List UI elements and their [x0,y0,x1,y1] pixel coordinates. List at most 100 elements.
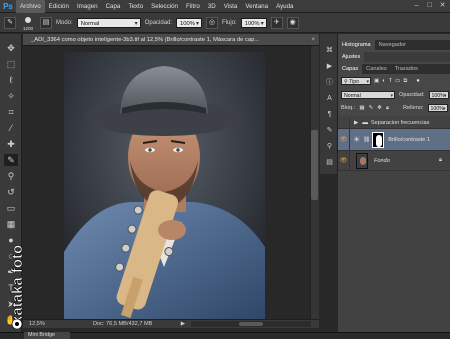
quick-select-tool-icon[interactable]: ✧ [4,90,18,102]
menu-capa[interactable]: Capa [102,0,125,13]
filter-pixel-icon[interactable]: ▣ [374,78,379,84]
lock-icon: 🔒︎ [439,157,442,163]
disclosure-arrow-icon[interactable]: ▶ [350,120,362,126]
layer-visibility-toggle[interactable] [338,118,350,128]
clone-source-icon[interactable]: ⚲ [324,142,335,152]
mini-bridge-tab[interactable]: Mini Bridge [24,332,70,339]
tab-capas[interactable]: Capas [338,64,363,74]
filter-shape-icon[interactable]: ▭ [395,78,400,84]
move-tool-icon[interactable]: ✥ [4,42,18,54]
brush-size-value: 1200 [22,25,34,31]
menu-filtro[interactable]: Filtro [182,0,204,13]
menu-vista[interactable]: Vista [220,0,242,13]
tool-presets-icon[interactable]: ▤ [324,158,335,168]
info-panel-icon[interactable]: ⓘ [324,78,335,88]
lock-fill-row: Bloq.: ▦ ✎ ✥ 🔒︎ Relleno: 100% [338,102,450,114]
layer-filter-select[interactable]: ⚲ Tipo [341,77,371,86]
brush-presets-icon[interactable]: ✎ [324,126,335,136]
layer-visibility-toggle[interactable]: 👁︎ [338,151,350,170]
menu-edicion[interactable]: Edición [45,0,73,13]
menu-ayuda[interactable]: Ayuda [272,0,297,13]
lock-pixels-icon[interactable]: ✎ [369,105,374,111]
vertical-scroll-thumb[interactable] [311,130,318,200]
close-button[interactable]: ✕ [437,1,448,11]
tab-histograma[interactable]: Histograma [338,40,375,50]
document-image[interactable] [64,52,265,319]
filter-type-icon[interactable]: T [389,78,392,84]
menu-seleccion[interactable]: Selección [147,0,182,13]
pressure-size-icon[interactable]: ◉ [286,16,299,29]
marquee-tool-icon[interactable]: ⬚ [4,58,18,70]
brush-panel-icon[interactable]: ▤ [40,16,52,29]
layer-brillo-contraste[interactable]: 👁︎ ☀ ⛓ Brillo/contraste 1 [338,129,450,151]
layer-filter-value: Tipo [349,79,360,85]
zoom-level[interactable]: 12,5% [23,321,63,327]
menu-ventana[interactable]: Ventana [241,0,272,13]
lock-all-icon[interactable]: 🔒︎ [386,105,389,112]
document-size[interactable]: Doc: 76,5 MB/432,7 MB [63,321,181,327]
layer-visibility-toggle[interactable]: 👁︎ [338,129,350,150]
portrait-photo [64,52,265,319]
brush-tool-icon[interactable]: ✎ [4,154,18,166]
layer-name: Separacion frecuencias [370,120,430,126]
character-panel-icon[interactable]: A [324,94,335,104]
filter-adjust-icon[interactable]: ◐ [382,78,385,84]
adjustments-tab-row: Ajustes [338,52,450,62]
opacity-input[interactable]: 100% [176,17,203,29]
menu-texto[interactable]: Texto [124,0,147,13]
layer-fill-input[interactable]: 100% [427,104,448,113]
lock-position-icon[interactable]: ✥ [377,105,382,111]
history-panel-icon[interactable]: ⌘ [324,46,335,56]
tab-canales[interactable]: Canales [362,64,391,74]
tab-trazados[interactable]: Trazados [391,64,422,74]
blend-opacity-row: Normal Opacidad: 100% [338,89,450,101]
horizontal-scroll-thumb[interactable] [239,322,263,326]
healing-brush-tool-icon[interactable]: ✚ [4,138,18,150]
tab-ajustes[interactable]: Ajustes [338,52,365,62]
layer-mask-thumbnail[interactable] [372,131,385,148]
document-tab[interactable]: _ADI_3364 como objeto inteligente-3b3.ti… [23,34,319,46]
brush-tip-icon [25,16,31,23]
layer-thumbnail [356,152,368,169]
status-bar: 12,5% Doc: 76,5 MB/432,7 MB ▶ [23,319,319,328]
tab-navegador[interactable]: Navegador [375,40,410,50]
histogram-navigator-tabs: Histograma Navegador [338,40,450,50]
options-bar: ✎ 1200 ▤ Modo: Normal Opacidad: 100% ◎ F… [0,13,450,33]
filter-smart-icon[interactable]: ⧉ [403,78,407,85]
minimize-button[interactable]: – [411,1,422,11]
menu-3d[interactable]: 3D [204,0,220,13]
blend-mode-select[interactable]: Normal [341,91,395,100]
layers-tabs: Capas Canales Trazados [338,64,450,74]
flow-label: Flujo: [222,19,237,26]
layer-opacity-input[interactable]: 100% [428,91,449,100]
layer-group-separacion[interactable]: ▶ ▬ Separacion frecuencias [338,118,450,129]
collapsed-panels-strip: ⌘ ▶ ⓘ A ¶ ✎ ⚲ ▤ [320,34,338,174]
actions-panel-icon[interactable]: ▶ [324,62,335,72]
menu-archivo[interactable]: Archivo [16,0,45,13]
eyedropper-tool-icon[interactable]: ⁄ [4,122,18,134]
filter-toggle-icon[interactable]: ● [416,78,419,84]
brush-preset-picker[interactable]: 1200 [20,16,36,31]
mode-select[interactable]: Normal [76,17,141,29]
paragraph-panel-icon[interactable]: ¶ [324,110,335,120]
status-menu-arrow-icon[interactable]: ▶ [181,321,191,327]
airbrush-icon[interactable]: ✈ [270,16,283,29]
lock-transparent-icon[interactable]: ▦ [359,105,364,111]
link-icon[interactable]: ⛓ [363,137,372,143]
crop-tool-icon[interactable]: ⌗ [4,106,18,118]
document-title: _ADI_3364 como objeto inteligente-3b3.ti… [31,36,260,43]
photoshop-logo: Ps [3,1,13,11]
horizontal-scrollbar[interactable] [191,321,311,327]
close-document-button[interactable]: × [307,37,319,43]
layer-fondo[interactable]: 👁︎ Fondo 🔒︎ [338,151,450,171]
lock-label: Bloq.: [341,105,356,111]
panels-dock: Histograma Navegador Ajustes Capas Canal… [338,34,450,332]
maximize-button[interactable]: □ [424,1,435,11]
opacity-label: Opacidad: [144,19,173,26]
menu-bar: Ps Archivo Edición Imagen Capa Texto Sel… [0,0,450,13]
pressure-opacity-icon[interactable]: ◎ [206,16,219,29]
menu-imagen[interactable]: Imagen [73,0,102,13]
brush-tool-icon[interactable]: ✎ [4,16,16,29]
lasso-tool-icon[interactable]: ℓ [4,74,18,86]
flow-input[interactable]: 100% [240,17,267,29]
